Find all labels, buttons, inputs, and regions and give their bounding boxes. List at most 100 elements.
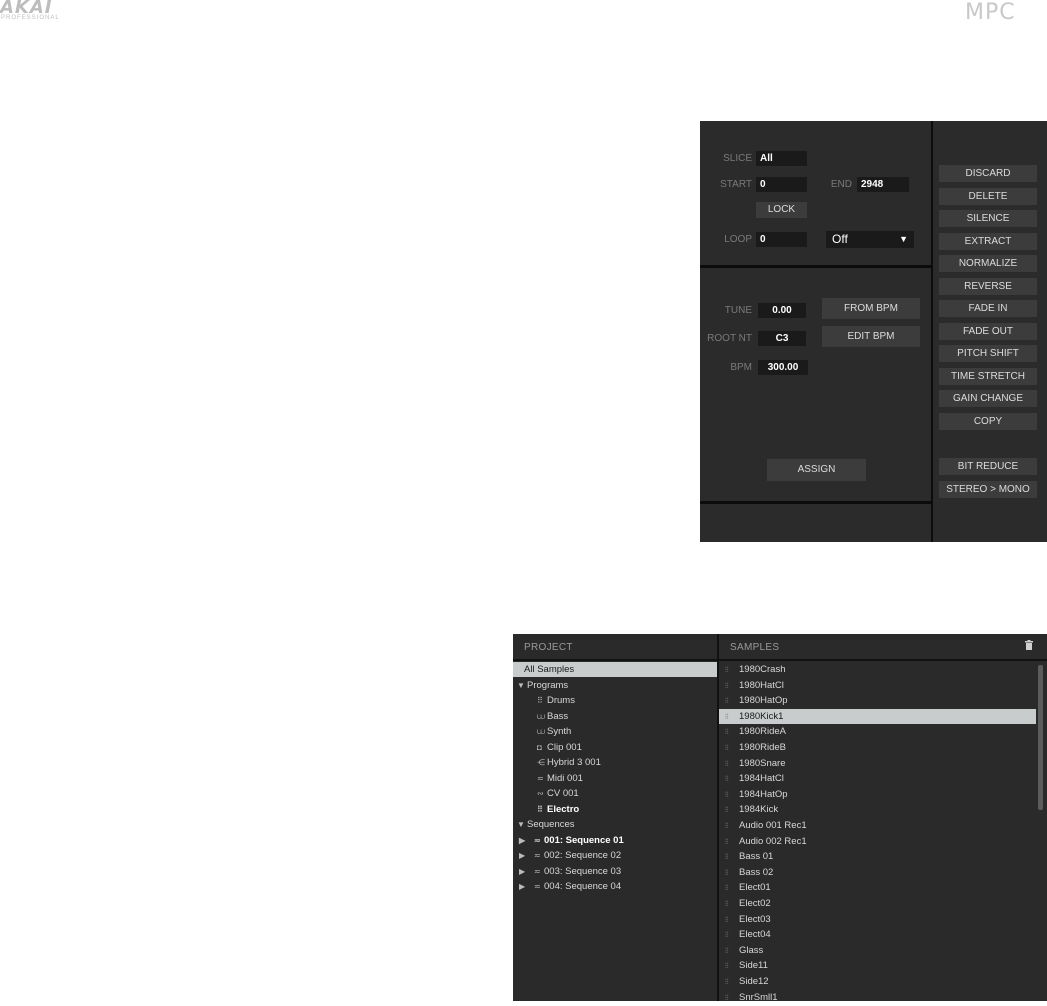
sample-item[interactable]: ⫶⫶ Glass (719, 943, 1036, 958)
waveform-icon: ⫶⫶ (725, 776, 729, 784)
program-item[interactable]: ◘ Clip 001 (537, 740, 582, 755)
waveform-icon: ⫶⫶ (725, 760, 729, 768)
edit-params: SLICE All START 0 END 2948 LOCK LOOP 0 O… (700, 121, 933, 542)
sample-label: 1980RideB (739, 742, 787, 753)
waveform-icon: ⫶⫶ (725, 682, 729, 690)
process-buttons: DISCARD DELETE SILENCE EXTRACT NORMALIZE… (933, 121, 1047, 542)
sample-item[interactable]: ⫶⫶ Side12 (719, 974, 1036, 989)
silence-button[interactable]: SILENCE (939, 210, 1037, 227)
sample-item[interactable]: ⫶⫶ 1980RideA (719, 724, 1036, 739)
sequence-label: 002: Sequence 02 (544, 850, 622, 861)
programs-folder[interactable]: ▼ Programs (517, 678, 568, 693)
program-item[interactable]: ≂ Midi 001 (537, 771, 583, 786)
bit-reduce-button[interactable]: BIT REDUCE (939, 458, 1037, 475)
akai-logo-subtext: PROFESSIONAL (1, 15, 60, 21)
sample-item[interactable]: ⫶⫶ Elect03 (719, 912, 1036, 927)
stereo-to-mono-button[interactable]: STEREO > MONO (939, 481, 1037, 498)
scrollbar[interactable] (1038, 665, 1043, 810)
end-field[interactable]: 2948 (857, 177, 909, 192)
gain-change-button[interactable]: GAIN CHANGE (939, 390, 1037, 407)
sample-label: 1980Crash (739, 664, 786, 675)
slice-field[interactable]: All (756, 151, 807, 166)
sample-item[interactable]: ⫶⫶ 1980Snare (719, 756, 1036, 771)
sequence-label: 004: Sequence 04 (544, 881, 622, 892)
copy-button[interactable]: COPY (939, 413, 1037, 430)
start-label: START (720, 179, 752, 190)
sample-item[interactable]: ⫶⫶ 1980HatOp (719, 693, 1036, 708)
sample-item[interactable]: ⫶⫶ Audio 002 Rec1 (719, 834, 1036, 849)
all-samples-item[interactable]: All Samples (513, 662, 717, 677)
reverse-button[interactable]: REVERSE (939, 278, 1037, 295)
samples-header-label: SAMPLES (730, 642, 780, 653)
lock-button[interactable]: LOCK (756, 202, 807, 218)
extract-button[interactable]: EXTRACT (939, 233, 1037, 250)
sample-item[interactable]: ⫶⫶ Bass 02 (719, 865, 1036, 880)
from-bpm-button[interactable]: FROM BPM (822, 298, 920, 319)
sample-item[interactable]: ⫶⫶ 1984HatCl (719, 771, 1036, 786)
sample-label: Elect01 (739, 882, 771, 894)
program-label: Electro (547, 804, 580, 815)
programs-label: Programs (527, 680, 569, 691)
tune-field[interactable]: 0.00 (758, 303, 806, 318)
slice-section: SLICE All START 0 END 2948 LOCK LOOP 0 O… (700, 121, 933, 268)
fade-in-button[interactable]: FADE IN (939, 300, 1037, 317)
program-label: CV 001 (547, 788, 579, 799)
sample-item[interactable]: ⫶⫶ Elect04 (719, 927, 1036, 942)
sample-label: 1984HatCl (739, 773, 784, 785)
sample-item[interactable]: ⫶⫶ 1984Kick (719, 802, 1036, 817)
root-note-field[interactable]: C3 (758, 331, 806, 346)
sequence-label: 001: Sequence 01 (544, 835, 624, 846)
collapsed-triangle-icon: ▶ (519, 882, 526, 891)
program-label: Clip 001 (547, 742, 582, 753)
pitch-shift-button[interactable]: PITCH SHIFT (939, 345, 1037, 362)
sample-item[interactable]: ⫶⫶ 1980Crash (719, 662, 1036, 677)
fade-out-button[interactable]: FADE OUT (939, 323, 1037, 340)
sample-item[interactable]: ⫶⫶ SnrSmll1 (719, 990, 1036, 1005)
sample-item[interactable]: ⫶⫶ Audio 001 Rec1 (719, 818, 1036, 833)
sequence-item[interactable]: ▶ ≂ 002: Sequence 02 (519, 848, 621, 863)
sample-label: 1984HatOp (739, 788, 788, 800)
program-item[interactable]: ⋲ Hybrid 3 001 (537, 755, 601, 770)
program-item[interactable]: ⠿ Drums (537, 693, 575, 708)
sequence-item[interactable]: ▶ ≂ 001: Sequence 01 (519, 833, 624, 848)
assign-button[interactable]: ASSIGN (767, 459, 866, 481)
program-item[interactable]: ⩊ Synth (537, 724, 571, 739)
start-field[interactable]: 0 (756, 177, 807, 192)
bpm-field[interactable]: 300.00 (758, 360, 808, 375)
program-item[interactable]: ⠿ Electro (537, 802, 579, 817)
sample-item[interactable]: ⫶⫶ 1980HatCl (719, 678, 1036, 693)
time-stretch-button[interactable]: TIME STRETCH (939, 368, 1037, 385)
sample-item[interactable]: ⫶⫶ Elect01 (719, 880, 1036, 895)
program-label: Drums (547, 695, 575, 706)
program-item[interactable]: ⩊ Bass (537, 709, 568, 724)
loop-field[interactable]: 0 (756, 232, 807, 247)
trash-icon[interactable] (1025, 634, 1033, 661)
collapsed-triangle-icon: ▶ (519, 836, 526, 845)
sequence-icon: ≂ (534, 882, 541, 891)
program-item[interactable]: ∾ CV 001 (537, 786, 579, 801)
loop-mode-dropdown[interactable]: Off ▼ (826, 231, 914, 248)
tune-label: TUNE (724, 305, 752, 316)
sequences-folder[interactable]: ▼ Sequences (517, 817, 575, 832)
waveform-icon: ⫶⫶ (725, 963, 729, 971)
waveform-icon: ⫶⫶ (725, 854, 729, 862)
sample-item[interactable]: ⫶⫶ 1984HatOp (719, 787, 1036, 802)
sample-item[interactable]: ⫶⫶ Bass 01 (719, 849, 1036, 864)
sequence-item[interactable]: ▶ ≂ 003: Sequence 03 (519, 864, 621, 879)
sample-label: 1980HatCl (739, 679, 784, 691)
normalize-button[interactable]: NORMALIZE (939, 255, 1037, 272)
sequence-label: 003: Sequence 03 (544, 866, 622, 877)
sample-label: Elect02 (739, 898, 771, 909)
sequence-item[interactable]: ▶ ≂ 004: Sequence 04 (519, 879, 621, 894)
sample-item[interactable]: ⫶⫶ Side11 (719, 958, 1036, 973)
edit-footer (700, 504, 933, 542)
edit-bpm-button[interactable]: EDIT BPM (822, 326, 920, 347)
sample-item[interactable]: ⫶⫶ 1980RideB (719, 740, 1036, 755)
sample-item[interactable]: ⫶⫶ 1980Kick1 (719, 708, 1036, 724)
sample-item[interactable]: ⫶⫶ Elect02 (719, 896, 1036, 911)
delete-button[interactable]: DELETE (939, 188, 1037, 205)
discard-button[interactable]: DISCARD (939, 165, 1037, 182)
samples-header: SAMPLES (719, 634, 1047, 661)
end-label: END (830, 179, 852, 190)
loop-label: LOOP (724, 234, 752, 245)
